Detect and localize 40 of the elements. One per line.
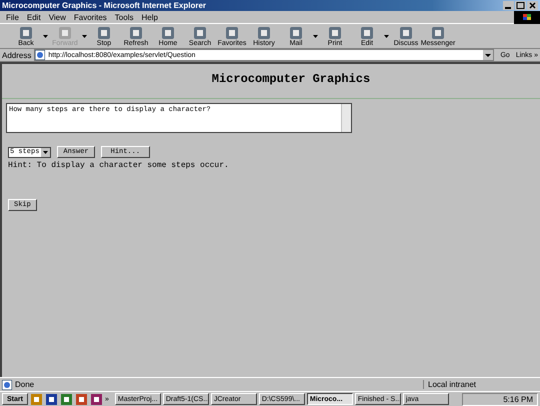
toolbar-icon [128, 26, 144, 40]
address-label: Address [2, 50, 32, 60]
toolbar-icon [256, 26, 272, 40]
zone-indicator: Local intranet [423, 380, 518, 389]
toolbar-icon [430, 26, 446, 40]
toolbar-icon [224, 26, 240, 40]
toolbar-icon [57, 26, 73, 40]
close-icon[interactable] [527, 1, 538, 10]
hint-text: Hint: To display a character some steps occur. [8, 161, 229, 170]
menu-item[interactable]: Favorites [74, 12, 107, 22]
quick-launch-icon[interactable] [46, 394, 57, 404]
quick-launch-icon[interactable] [90, 394, 102, 404]
quick-launch-icon[interactable] [60, 394, 72, 404]
dropdown-caret-icon[interactable] [313, 34, 318, 38]
menu-item[interactable]: View [48, 12, 66, 22]
menu-item[interactable]: Tools [114, 12, 134, 22]
windows-logo-icon [514, 10, 540, 24]
menu-item[interactable]: Edit [26, 12, 41, 22]
menu-item[interactable]: File [6, 12, 19, 22]
status-text: Done [15, 380, 36, 389]
dropdown-caret-icon[interactable] [384, 34, 389, 38]
dropdown-caret-icon[interactable] [43, 34, 48, 38]
page-icon [35, 50, 46, 60]
toolbar-icon [327, 26, 343, 40]
toolbar-icon [18, 26, 34, 40]
clock: 5:16 PM [503, 394, 533, 404]
toolbar-icon [96, 26, 112, 40]
quick-launch-icon[interactable] [76, 394, 87, 404]
minimize-icon[interactable] [503, 1, 514, 10]
window-title: Microcomputer Graphics - Microsoft Internet Explorer [2, 1, 208, 10]
menu-item[interactable]: Help [141, 12, 158, 22]
page-heading: Microcomputer Graphics [210, 72, 372, 86]
dropdown-arrow-icon[interactable] [41, 148, 50, 156]
scrollbar[interactable] [341, 104, 351, 132]
toolbar-icon [288, 26, 304, 40]
toolbar-icon [359, 26, 375, 40]
toolbar-icon [192, 26, 208, 40]
toolbar-icon [398, 26, 414, 40]
toolbar-icon [160, 26, 176, 40]
maximize-icon[interactable] [515, 1, 526, 10]
